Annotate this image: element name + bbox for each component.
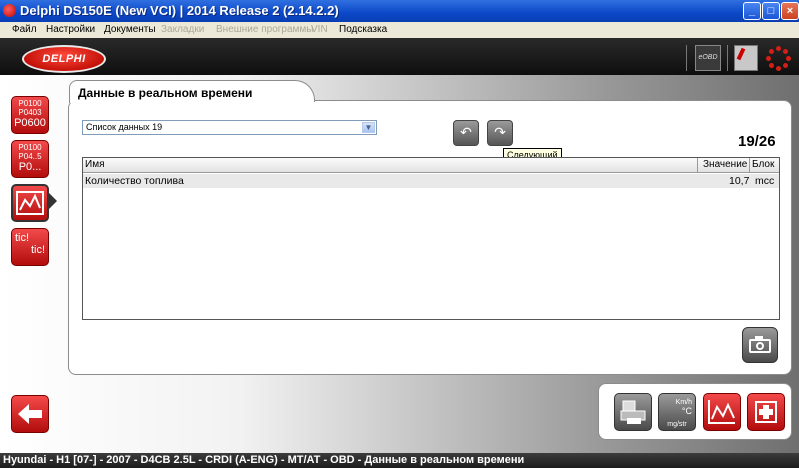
print-button[interactable] [614, 393, 652, 431]
status-bar: Hyundai - H1 [07-] - 2007 - D4CB 2.5L - … [0, 453, 799, 468]
dtc-line: P0403 [18, 108, 42, 117]
row-unit: mcc [755, 175, 775, 187]
app-header [0, 38, 799, 75]
table-header: Имя Значение Блок [83, 158, 779, 173]
menu-settings[interactable]: Настройки [46, 24, 95, 35]
tic-line: tic! [30, 244, 45, 256]
menu-external-programs[interactable]: Внешние программы [216, 24, 313, 35]
sidebar-item-fault-codes[interactable]: P0100 P0403 P0600 [11, 96, 49, 134]
row-name: Количество топлива [85, 175, 184, 187]
snapshot-button[interactable] [742, 327, 778, 363]
data-list-select[interactable]: Список данных 19 ▼ [82, 120, 377, 135]
graph-icon [708, 400, 735, 424]
close-button[interactable]: × [781, 2, 799, 20]
dtc-line: P0... [18, 161, 42, 173]
active-pointer [49, 193, 57, 209]
tic-line: tic! [15, 232, 30, 244]
dtc-line: P0100 [18, 99, 42, 108]
menu-file[interactable]: Файл [12, 24, 37, 35]
table-row[interactable]: Количество топлива 10,7 mcc [83, 174, 779, 188]
live-data-icon [16, 191, 44, 215]
menu-bookmarks[interactable]: Закладки [161, 24, 204, 35]
delphi-logo: DELPHI [22, 45, 106, 73]
column-header-value[interactable]: Значение [703, 159, 747, 170]
cross-icon [755, 401, 777, 423]
data-list-value: Список данных 19 [86, 122, 163, 132]
header-divider [727, 45, 728, 71]
window-title: Delphi DS150E (New VCI) | 2014 Release 2… [20, 3, 339, 18]
sidebar-item-clear-codes[interactable]: P0100 P04..5 P0... [11, 140, 49, 178]
dtc-line: P0600 [14, 117, 46, 129]
column-header-name[interactable]: Имя [85, 159, 104, 170]
gauge-label: mg/str [667, 421, 687, 428]
activity-spinner-icon [766, 45, 792, 71]
menu-bar: Файл Настройки Документы Закладки Внешни… [0, 22, 799, 38]
dtc-line: P0100 [18, 143, 42, 152]
row-value: 10,7 [729, 175, 750, 187]
header-divider [686, 45, 687, 71]
gauge-label: °C [681, 406, 692, 416]
column-header-unit[interactable]: Блок [752, 159, 774, 170]
dtc-line: P04..5 [18, 152, 42, 161]
live-data-table: Имя Значение Блок Количество топлива 10,… [82, 157, 780, 320]
next-button[interactable]: ↷ [487, 120, 513, 146]
vehicle-info: Hyundai - H1 [07-] - 2007 - D4CB 2.5L - … [3, 454, 525, 466]
chevron-down-icon[interactable]: ▼ [362, 122, 375, 133]
menu-documents[interactable]: Документы [104, 24, 156, 35]
previous-button[interactable]: ↶ [453, 120, 479, 146]
page-counter: 19/26 [738, 133, 776, 150]
menu-help[interactable]: Подсказка [339, 24, 387, 35]
flag-icon[interactable] [734, 45, 758, 71]
sidebar-item-live-data[interactable] [11, 184, 49, 222]
arrow-left-icon [18, 404, 42, 424]
medical-button[interactable] [747, 393, 785, 431]
graph-button[interactable] [703, 393, 741, 431]
page-title: Данные в реальном времени [78, 86, 253, 100]
minimize-button[interactable]: _ [743, 2, 761, 20]
app-icon [3, 4, 16, 17]
back-button[interactable] [11, 395, 49, 433]
eobd-icon[interactable]: eOBD [695, 45, 721, 71]
sidebar-item-tic-test[interactable]: tic! tic! [11, 228, 49, 266]
menu-vin[interactable]: VIN [311, 24, 328, 35]
maximize-button[interactable]: □ [762, 2, 780, 20]
title-bar: Delphi DS150E (New VCI) | 2014 Release 2… [0, 0, 799, 22]
gauges-button[interactable]: Km/h °C mg/str [658, 393, 696, 431]
printer-icon [620, 400, 646, 424]
